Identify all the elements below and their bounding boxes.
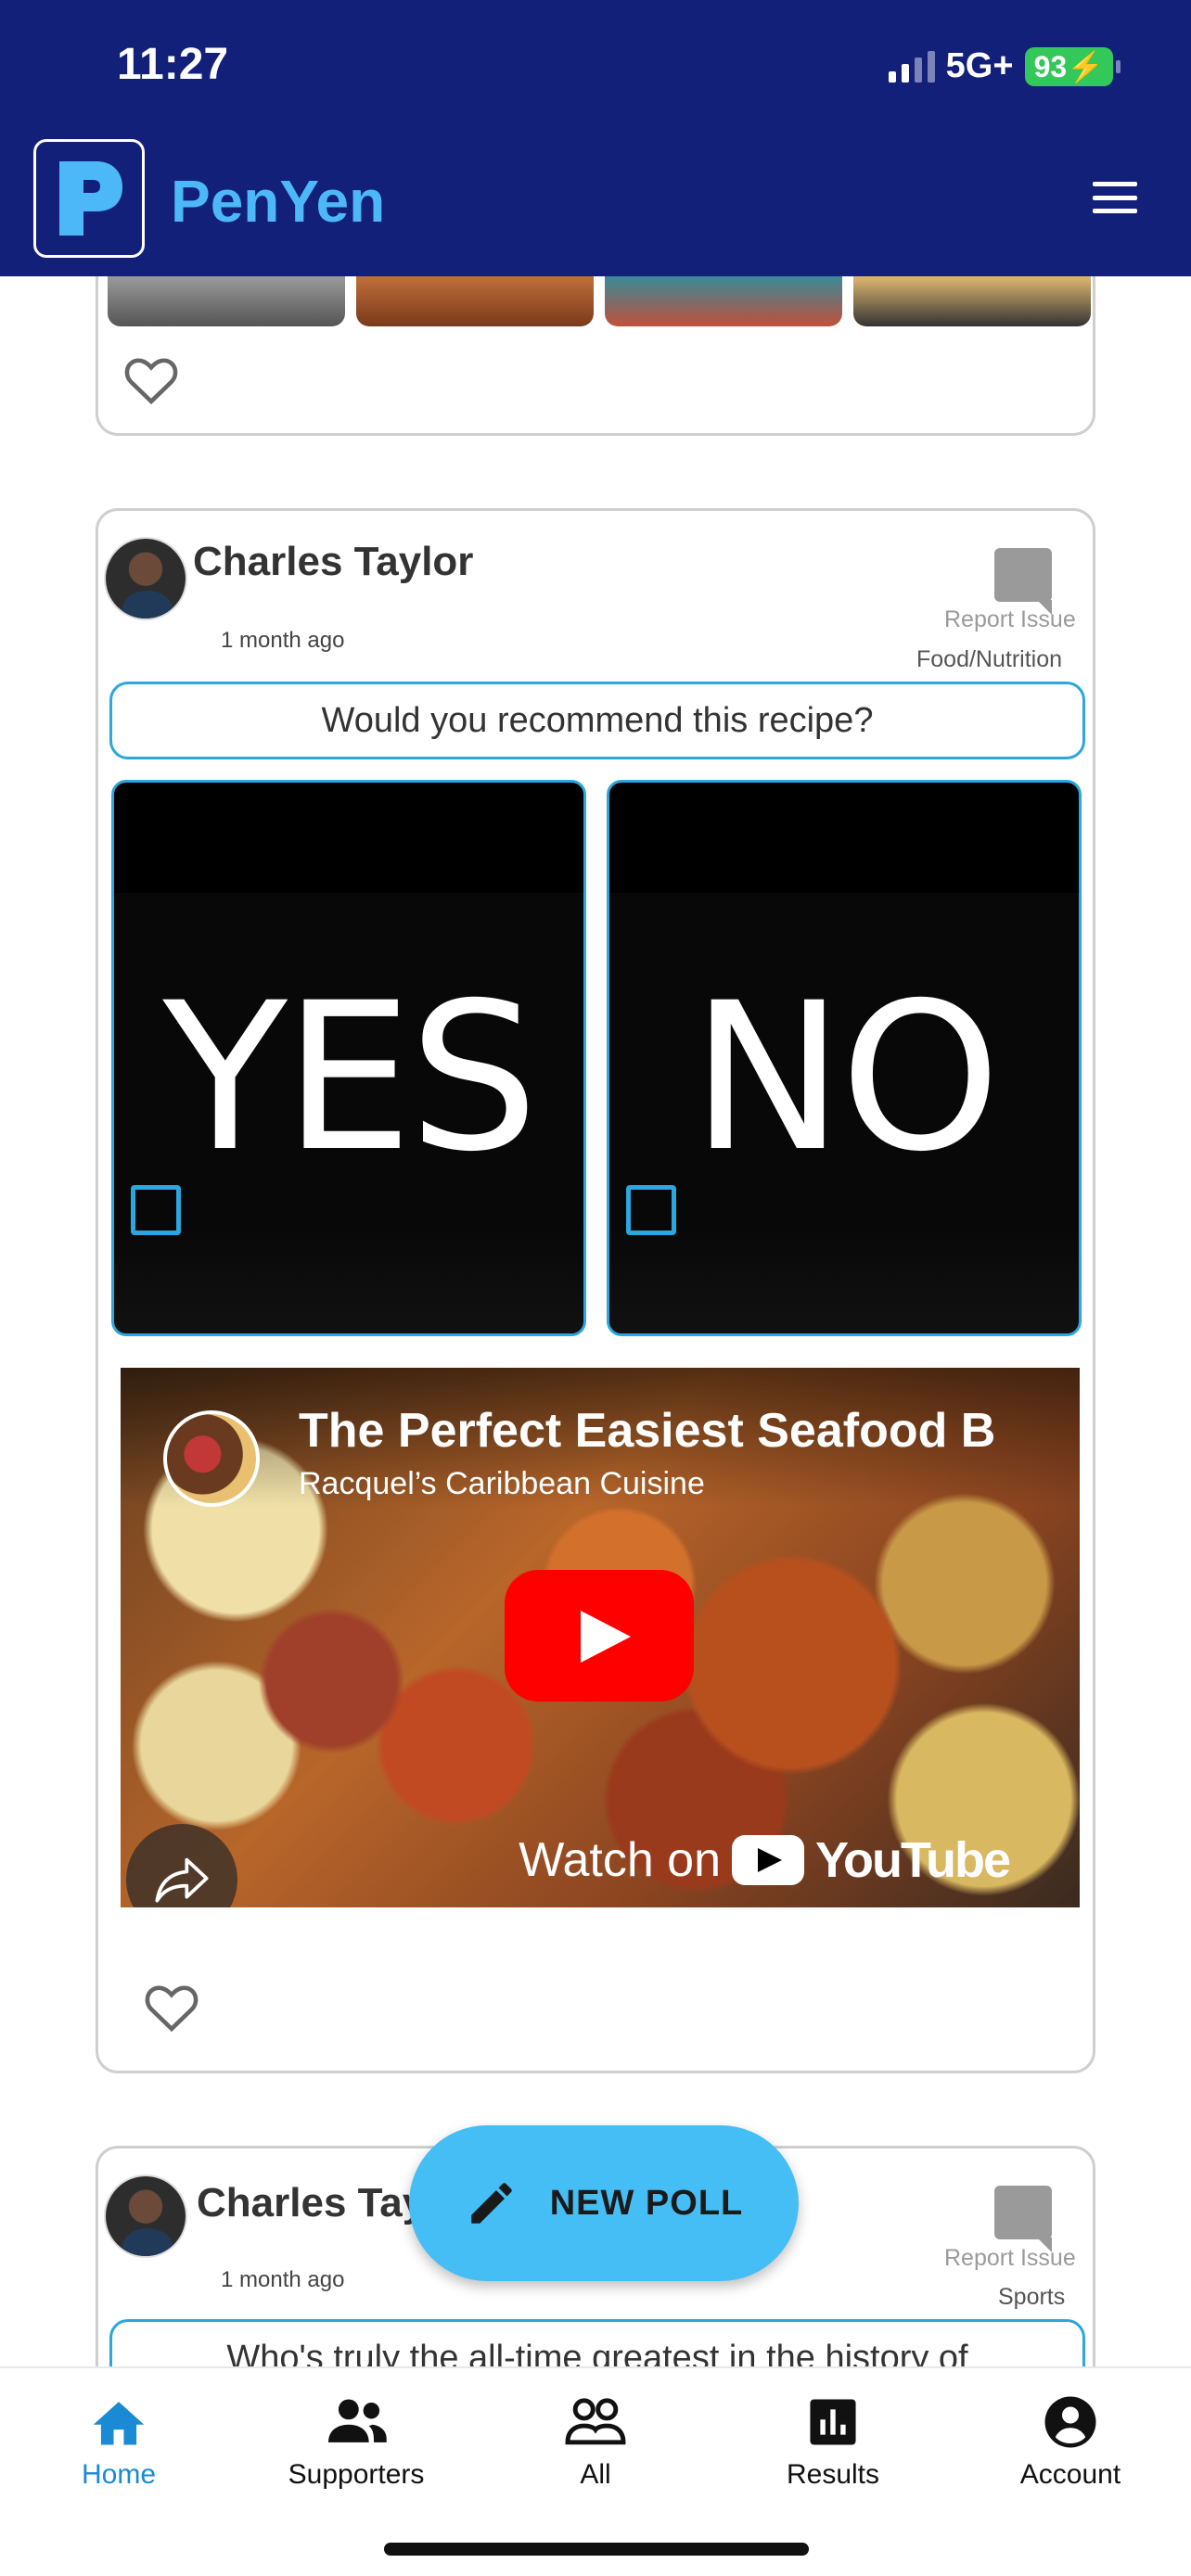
report-issue-label[interactable]: Report Issue <box>944 606 1076 633</box>
nav-label: Results <box>786 2459 880 2490</box>
new-poll-label: NEW POLL <box>549 2183 744 2223</box>
app-header: 11:27 5G+ 93⚡ PenYen <box>0 0 1191 276</box>
app-name[interactable]: PenYen <box>171 167 385 236</box>
author-avatar[interactable] <box>104 537 187 620</box>
video-channel: Racquel’s Caribbean Cuisine <box>299 1466 705 1501</box>
poll-option-no[interactable]: NO <box>607 780 1082 1336</box>
author-name[interactable]: Charles Taylor <box>193 539 473 585</box>
nav-home[interactable]: Home <box>17 2394 221 2491</box>
nav-account[interactable]: Account <box>968 2394 1172 2491</box>
battery-level: 93 <box>1033 49 1068 83</box>
status-indicators: 5G+ 93⚡ <box>888 46 1121 86</box>
pencil-icon <box>470 2183 512 2224</box>
new-poll-button[interactable]: NEW POLL <box>409 2125 799 2281</box>
poll-question: Would you recommend this recipe? <box>109 682 1085 759</box>
nav-all[interactable]: All <box>493 2394 698 2491</box>
screen: Charles Taylor 1 month ago Report Issue … <box>0 0 1191 2576</box>
watch-on-label: Watch on <box>519 1833 722 1887</box>
poll-post-card: Charles Taylor 1 month ago Report Issue … <box>96 508 1095 2073</box>
category-label: Sports <box>998 2284 1066 2310</box>
post-time: 1 month ago <box>221 628 345 653</box>
results-icon <box>810 2399 856 2445</box>
thumbnail[interactable] <box>853 276 1091 326</box>
report-icon[interactable] <box>994 2186 1052 2252</box>
category-label: Food/Nutrition <box>916 646 1063 672</box>
nav-label: Supporters <box>288 2459 425 2490</box>
app-logo[interactable] <box>33 139 145 258</box>
nav-label: Home <box>81 2459 157 2490</box>
post-time: 1 month ago <box>221 2267 345 2292</box>
option-checkbox[interactable] <box>131 1185 181 1235</box>
home-indicator <box>384 2543 809 2556</box>
poll-option-yes[interactable]: YES <box>111 780 586 1336</box>
youtube-video-embed[interactable]: The Perfect Easiest Seafood B Racquel’s … <box>121 1368 1080 1907</box>
channel-avatar[interactable] <box>163 1410 260 1507</box>
nav-label: Account <box>1019 2459 1121 2490</box>
option-checkbox[interactable] <box>626 1185 676 1235</box>
watch-on-youtube[interactable]: Watch on YouTube <box>519 1831 1011 1889</box>
share-button[interactable] <box>126 1824 237 1907</box>
battery-indicator: 93⚡ <box>1024 46 1121 86</box>
option-label: YES <box>162 959 538 1196</box>
nav-label: All <box>580 2459 611 2490</box>
image-thumbnails <box>108 276 1091 326</box>
nav-supporters[interactable]: Supporters <box>254 2394 458 2491</box>
network-type: 5G+ <box>945 46 1014 85</box>
bottom-nav: Home Supporters All Results Account <box>0 2366 1191 2576</box>
option-label: NO <box>691 959 1001 1196</box>
account-icon <box>1044 2396 1096 2448</box>
all-icon <box>565 2398 626 2445</box>
status-time: 11:27 <box>117 40 229 89</box>
youtube-wordmark: YouTube <box>815 1832 1011 1888</box>
supporters-icon <box>328 2399 387 2442</box>
thumbnail[interactable] <box>605 276 842 326</box>
home-icon <box>93 2402 145 2445</box>
thumbnail[interactable] <box>108 276 345 326</box>
heart-icon[interactable] <box>143 1982 200 2034</box>
nav-results[interactable]: Results <box>731 2394 935 2491</box>
logo-p-icon <box>59 161 122 236</box>
heart-icon[interactable] <box>122 354 180 406</box>
hamburger-menu-icon[interactable] <box>1093 182 1137 213</box>
play-button[interactable] <box>505 1570 694 1702</box>
report-icon[interactable] <box>994 548 1052 615</box>
signal-icon <box>888 50 935 83</box>
share-icon <box>155 1857 209 1903</box>
author-avatar[interactable] <box>104 2174 187 2258</box>
thumbnail[interactable] <box>356 276 594 326</box>
youtube-logo-icon <box>732 1835 805 1885</box>
video-title[interactable]: The Perfect Easiest Seafood B <box>299 1403 995 1459</box>
report-issue-label[interactable]: Report Issue <box>944 2245 1076 2272</box>
